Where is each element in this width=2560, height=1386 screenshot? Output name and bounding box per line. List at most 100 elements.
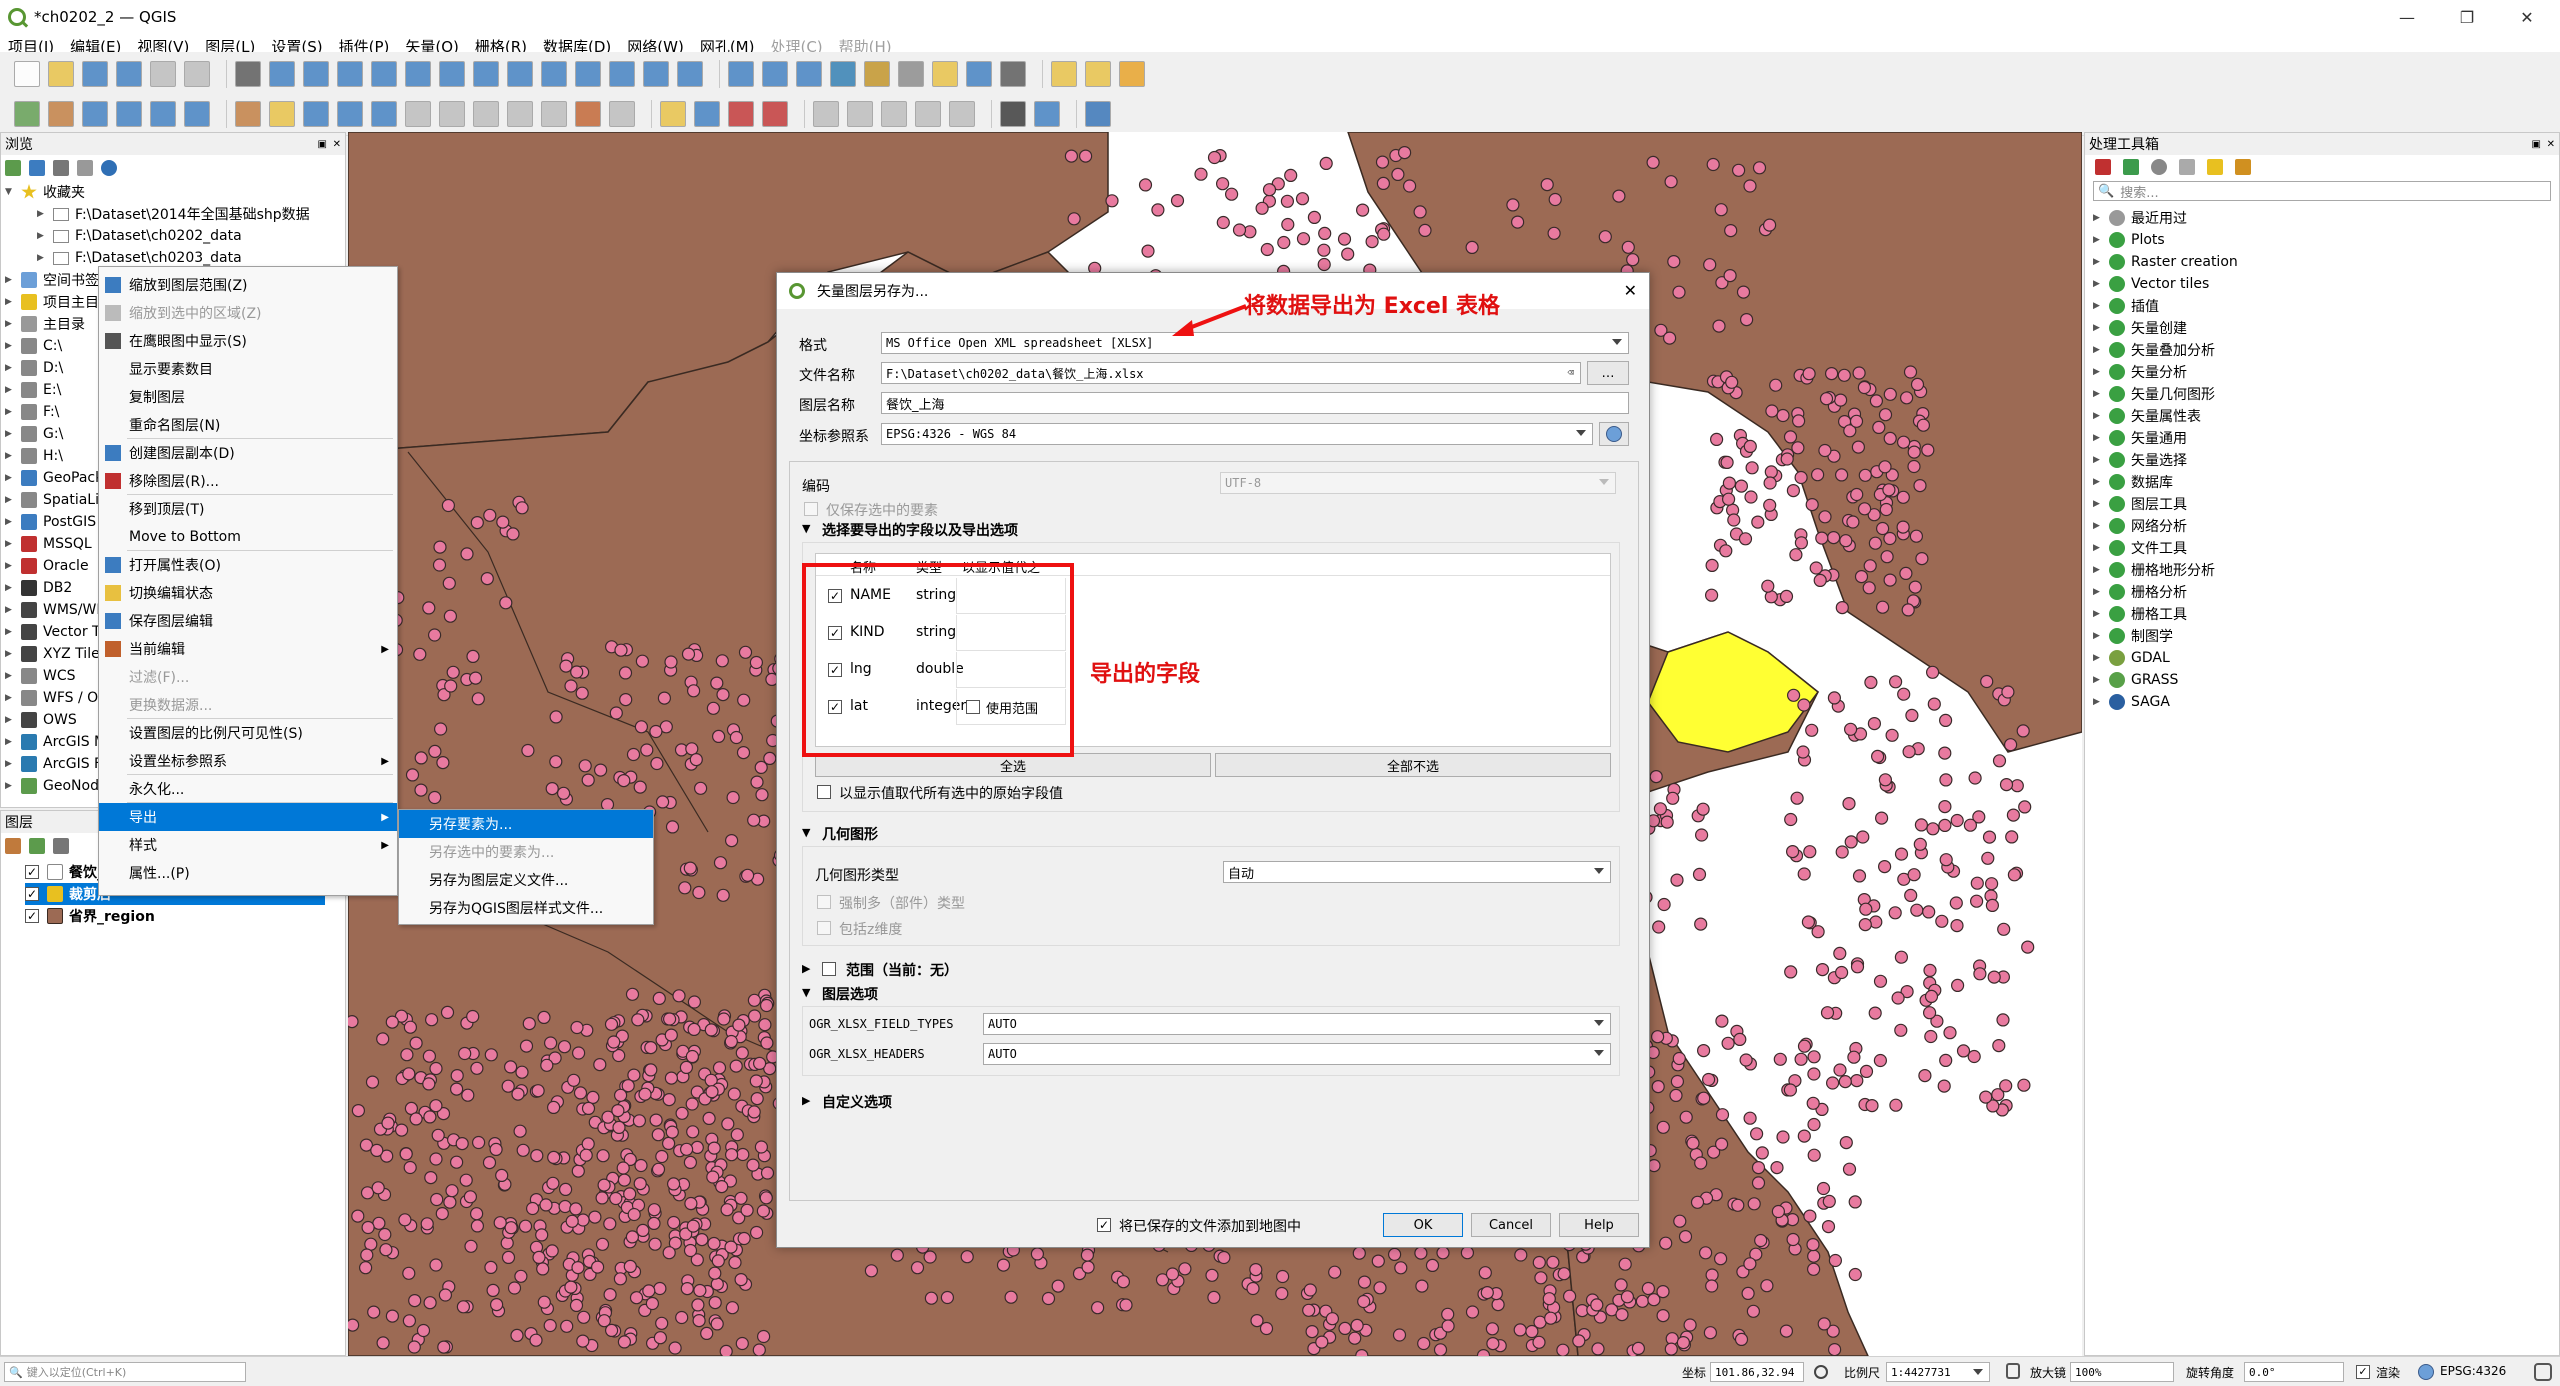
chevron-right-icon[interactable]: ▶: [5, 693, 15, 703]
chevron-right-icon[interactable]: ▶: [2093, 477, 2103, 487]
crs-picker-button[interactable]: [1599, 422, 1629, 446]
chevron-right-icon[interactable]: ▶: [5, 275, 15, 285]
toolbox-group[interactable]: ▶ Plots: [2093, 229, 2165, 251]
toolbox-group[interactable]: ▶ SAGA: [2093, 691, 2170, 713]
zoom-full-icon[interactable]: [371, 60, 397, 87]
context-menu-item[interactable]: 设置坐标参照系 ▶: [99, 747, 397, 775]
add-layer-icon[interactable]: [5, 160, 21, 176]
chevron-right-icon[interactable]: ▶: [5, 429, 15, 439]
rotation-spinbox[interactable]: 0.0°: [2244, 1362, 2344, 1382]
collapse-triangle-icon[interactable]: ▼: [802, 986, 810, 999]
options-icon[interactable]: [2235, 159, 2251, 175]
tree-item[interactable]: ▶ PostGIS: [5, 511, 96, 533]
chevron-right-icon[interactable]: ▶: [5, 649, 15, 659]
zoom-layer-icon[interactable]: [439, 60, 465, 87]
chevron-right-icon[interactable]: ▶: [2093, 587, 2103, 597]
toolbox-group[interactable]: ▶ Raster creation: [2093, 251, 2238, 273]
toolbox-group[interactable]: ▶ 矢量分析: [2093, 361, 2187, 383]
toolbox-group[interactable]: ▶ 网络分析: [2093, 515, 2187, 537]
chevron-right-icon[interactable]: ▶: [5, 451, 15, 461]
show-bookmarks-icon[interactable]: [609, 60, 635, 87]
undo-icon[interactable]: [541, 100, 567, 127]
tree-item[interactable]: ▶ XYZ Tiles: [5, 643, 107, 665]
chevron-right-icon[interactable]: ▶: [2093, 543, 2103, 553]
plugin-icon[interactable]: [1000, 100, 1026, 127]
chevron-right-icon[interactable]: ▶: [2093, 323, 2103, 333]
chevron-right-icon[interactable]: ▶: [37, 231, 47, 241]
label-options-icon[interactable]: [949, 100, 975, 127]
crs-select[interactable]: EPSG:4326 - WGS 84: [881, 423, 1593, 445]
context-menu-item[interactable]: 属性...(P): [99, 859, 397, 887]
tree-item[interactable]: ▶ F:\: [5, 401, 59, 423]
tree-item-favorite-folder[interactable]: ▶ F:\Dataset\2014年全国基础shp数据: [37, 203, 310, 225]
toggle-editing-icon[interactable]: [269, 100, 295, 127]
save-edits-icon[interactable]: [303, 100, 329, 127]
context-menu-item[interactable]: 设置图层的比例尺可见性(S): [99, 719, 397, 747]
clear-icon[interactable]: ⌫: [1567, 366, 1574, 379]
dialog-close-button[interactable]: ✕: [1624, 281, 1637, 300]
export-submenu-item[interactable]: 另存为图层定义文件...: [399, 866, 653, 894]
context-menu-item[interactable]: 缩放到选中的区域(Z): [99, 299, 397, 327]
ok-button[interactable]: OK: [1383, 1213, 1463, 1237]
delete-selected-icon[interactable]: [405, 100, 431, 127]
label-pin-icon[interactable]: [694, 100, 720, 127]
tree-item[interactable]: ▶ E:\: [5, 379, 61, 401]
scale-select[interactable]: 1:4427731: [1886, 1362, 1990, 1382]
toolbox-group[interactable]: ▶ 文件工具: [2093, 537, 2187, 559]
close-panel-icon[interactable]: ✕: [333, 139, 341, 150]
chevron-right-icon[interactable]: ▶: [37, 209, 47, 219]
chevron-right-icon[interactable]: ▶: [5, 517, 15, 527]
chevron-right-icon[interactable]: ▶: [2093, 455, 2103, 465]
tree-item[interactable]: ▶ H:\: [5, 445, 63, 467]
chevron-right-icon[interactable]: ▶: [2093, 675, 2103, 685]
encoding-select[interactable]: UTF-8: [1220, 472, 1616, 494]
add-vector-icon[interactable]: [14, 100, 40, 127]
temporal-icon[interactable]: [643, 60, 669, 87]
chevron-right-icon[interactable]: ▶: [5, 539, 15, 549]
replace-values-checkbox[interactable]: [817, 785, 831, 799]
context-menu-item[interactable]: 当前编辑 ▶: [99, 635, 397, 663]
toolbox-group[interactable]: ▶ Vector tiles: [2093, 273, 2209, 295]
globe-icon[interactable]: [2418, 1364, 2434, 1380]
browse-button[interactable]: …: [1587, 361, 1629, 385]
label-move-icon[interactable]: [813, 100, 839, 127]
add-spatialite-icon[interactable]: [150, 100, 176, 127]
label-highlight-icon[interactable]: [728, 100, 754, 127]
context-menu-item[interactable]: 更换数据源...: [99, 691, 397, 719]
tree-item[interactable]: ▶ MSSQL: [5, 533, 92, 555]
models-icon[interactable]: [2095, 159, 2111, 175]
context-menu-item[interactable]: 保存图层编辑: [99, 607, 397, 635]
new-project-icon[interactable]: [14, 60, 40, 87]
context-menu-item[interactable]: 切换编辑状态: [99, 579, 397, 607]
chevron-right-icon[interactable]: ▶: [2093, 631, 2103, 641]
float-icon[interactable]: ▣: [318, 139, 327, 150]
export-submenu-item[interactable]: 另存要素为...: [399, 810, 653, 838]
label-toggle-icon[interactable]: [915, 100, 941, 127]
tree-item[interactable]: ▶ 空间书签: [5, 269, 99, 291]
current-edits-icon[interactable]: [235, 100, 261, 127]
add-postgis-icon[interactable]: [184, 100, 210, 127]
toolbox-group[interactable]: ▶ 栅格工具: [2093, 603, 2187, 625]
info-icon[interactable]: [101, 160, 117, 176]
open-project-icon[interactable]: [48, 60, 74, 87]
zoom-out-icon[interactable]: [337, 60, 363, 87]
custom-options-section-title[interactable]: 自定义选项: [822, 1092, 892, 1112]
annotation-icon[interactable]: [932, 60, 958, 87]
tree-item[interactable]: ▶ 主目录: [5, 313, 85, 335]
context-menu-item[interactable]: 复制图层: [99, 383, 397, 411]
style-icon[interactable]: [5, 838, 21, 854]
select-by-value-icon[interactable]: [1085, 60, 1111, 87]
minimize-button[interactable]: —: [2384, 0, 2430, 34]
history-icon[interactable]: [2151, 159, 2167, 175]
settings-icon[interactable]: [830, 60, 856, 87]
tree-item[interactable]: ▶ 项目主目录: [5, 291, 113, 313]
chevron-right-icon[interactable]: ▶: [2093, 213, 2103, 223]
tree-item[interactable]: ▶ WCS: [5, 665, 76, 687]
context-menu-item[interactable]: 移除图层(R)...: [99, 467, 397, 495]
coord-field[interactable]: 101.86,32.94: [1710, 1362, 1804, 1382]
pan-to-selection-icon[interactable]: [269, 60, 295, 87]
filter-icon[interactable]: [53, 160, 69, 176]
cancel-button[interactable]: Cancel: [1471, 1213, 1551, 1237]
crs-status[interactable]: EPSG:4326: [2440, 1364, 2506, 1378]
chevron-right-icon[interactable]: ▶: [5, 781, 15, 791]
